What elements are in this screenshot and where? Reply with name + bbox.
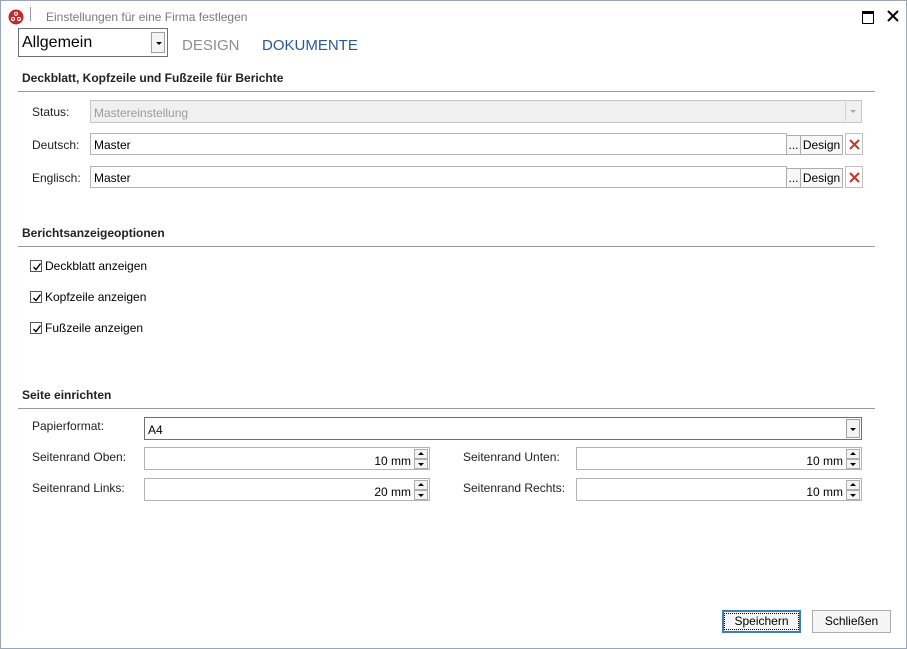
englisch-field[interactable]: Master: [90, 166, 787, 188]
chevron-down-icon[interactable]: [151, 32, 165, 53]
spin-up-icon[interactable]: [846, 480, 860, 490]
deutsch-value: Master: [94, 138, 131, 152]
deutsch-browse-button[interactable]: ...: [786, 135, 801, 155]
tab-dokumente[interactable]: DOKUMENTE: [262, 37, 358, 54]
margin-top-stepper[interactable]: 10 mm: [144, 447, 430, 470]
checkbox-box[interactable]: [30, 322, 42, 334]
app-logo-icon: [8, 9, 24, 25]
window-title: Einstellungen für eine Firma festlegen: [46, 10, 248, 24]
margin-right-label: Seitenrand Rechts:: [463, 481, 566, 495]
settings-window: Einstellungen für eine Firma festlegen A…: [0, 0, 907, 649]
close-window-icon[interactable]: [885, 8, 901, 24]
delete-x-icon: [849, 139, 860, 150]
deutsch-label: Deutsch:: [32, 138, 80, 152]
spin-down-icon[interactable]: [846, 459, 860, 469]
save-button-label: Speichern: [724, 613, 799, 630]
checkbox-label: Deckblatt anzeigen: [45, 259, 148, 273]
spin-up-icon[interactable]: [846, 449, 860, 459]
deutsch-field[interactable]: Master: [90, 133, 787, 155]
margin-left-label: Seitenrand Links:: [32, 481, 125, 495]
checkbox-box[interactable]: [30, 291, 42, 303]
title-bar: Einstellungen für eine Firma festlegen: [1, 1, 906, 31]
englisch-delete-button[interactable]: [845, 166, 863, 188]
status-label: Status:: [32, 105, 70, 119]
section-divider: [18, 91, 875, 92]
spin-down-icon[interactable]: [414, 459, 428, 469]
deutsch-design-button[interactable]: Design: [800, 135, 843, 155]
section-title-page-setup: Seite einrichten: [22, 388, 112, 402]
checkmark-icon: [33, 263, 42, 271]
margin-right-stepper[interactable]: 10 mm: [576, 478, 862, 501]
delete-x-icon: [849, 172, 860, 183]
maximize-icon[interactable]: [860, 8, 876, 24]
chevron-down-icon: [845, 102, 860, 121]
spin-down-icon[interactable]: [414, 490, 428, 500]
margin-bottom-stepper[interactable]: 10 mm: [576, 447, 862, 470]
paper-format-value: A4: [148, 423, 163, 437]
save-button[interactable]: Speichern: [722, 610, 801, 633]
margin-bottom-label: Seitenrand Unten:: [463, 450, 560, 464]
spin-up-icon[interactable]: [414, 449, 428, 459]
section-title-cover: Deckblatt, Kopfzeile und Fußzeile für Be…: [22, 71, 284, 85]
paper-format-select[interactable]: A4: [144, 417, 862, 440]
title-separator: [30, 7, 31, 21]
margin-right-value: 10 mm: [806, 485, 843, 499]
spin-down-icon[interactable]: [846, 490, 860, 500]
margin-left-stepper[interactable]: 20 mm: [144, 478, 430, 501]
checkbox-label: Kopfzeile anzeigen: [45, 290, 147, 304]
tab-design[interactable]: DESIGN: [182, 37, 240, 54]
englisch-design-button[interactable]: Design: [800, 168, 843, 188]
englisch-label: Englisch:: [32, 171, 81, 185]
close-button[interactable]: Schließen: [812, 610, 891, 633]
section-divider: [18, 408, 875, 409]
margin-bottom-value: 10 mm: [806, 454, 843, 468]
deutsch-delete-button[interactable]: [845, 133, 863, 155]
englisch-value: Master: [94, 171, 131, 185]
spin-up-icon[interactable]: [414, 480, 428, 490]
status-select: Mastereinstellung: [90, 100, 862, 123]
category-select[interactable]: Allgemein: [18, 28, 168, 57]
margin-top-label: Seitenrand Oben:: [32, 450, 127, 464]
status-value: Mastereinstellung: [94, 106, 189, 120]
checkbox-label: Fußzeile anzeigen: [45, 321, 144, 335]
section-divider: [18, 246, 875, 247]
category-value: Allgemein: [22, 34, 93, 51]
margin-top-value: 10 mm: [374, 454, 411, 468]
checkmark-icon: [33, 294, 42, 302]
section-title-report-options: Berichtsanzeigeoptionen: [22, 226, 165, 240]
checkmark-icon: [33, 325, 42, 333]
paper-format-label: Papierformat:: [32, 419, 105, 433]
chevron-down-icon[interactable]: [846, 419, 860, 438]
margin-left-value: 20 mm: [374, 485, 411, 499]
englisch-browse-button[interactable]: ...: [786, 168, 801, 188]
checkbox-box[interactable]: [30, 260, 42, 272]
